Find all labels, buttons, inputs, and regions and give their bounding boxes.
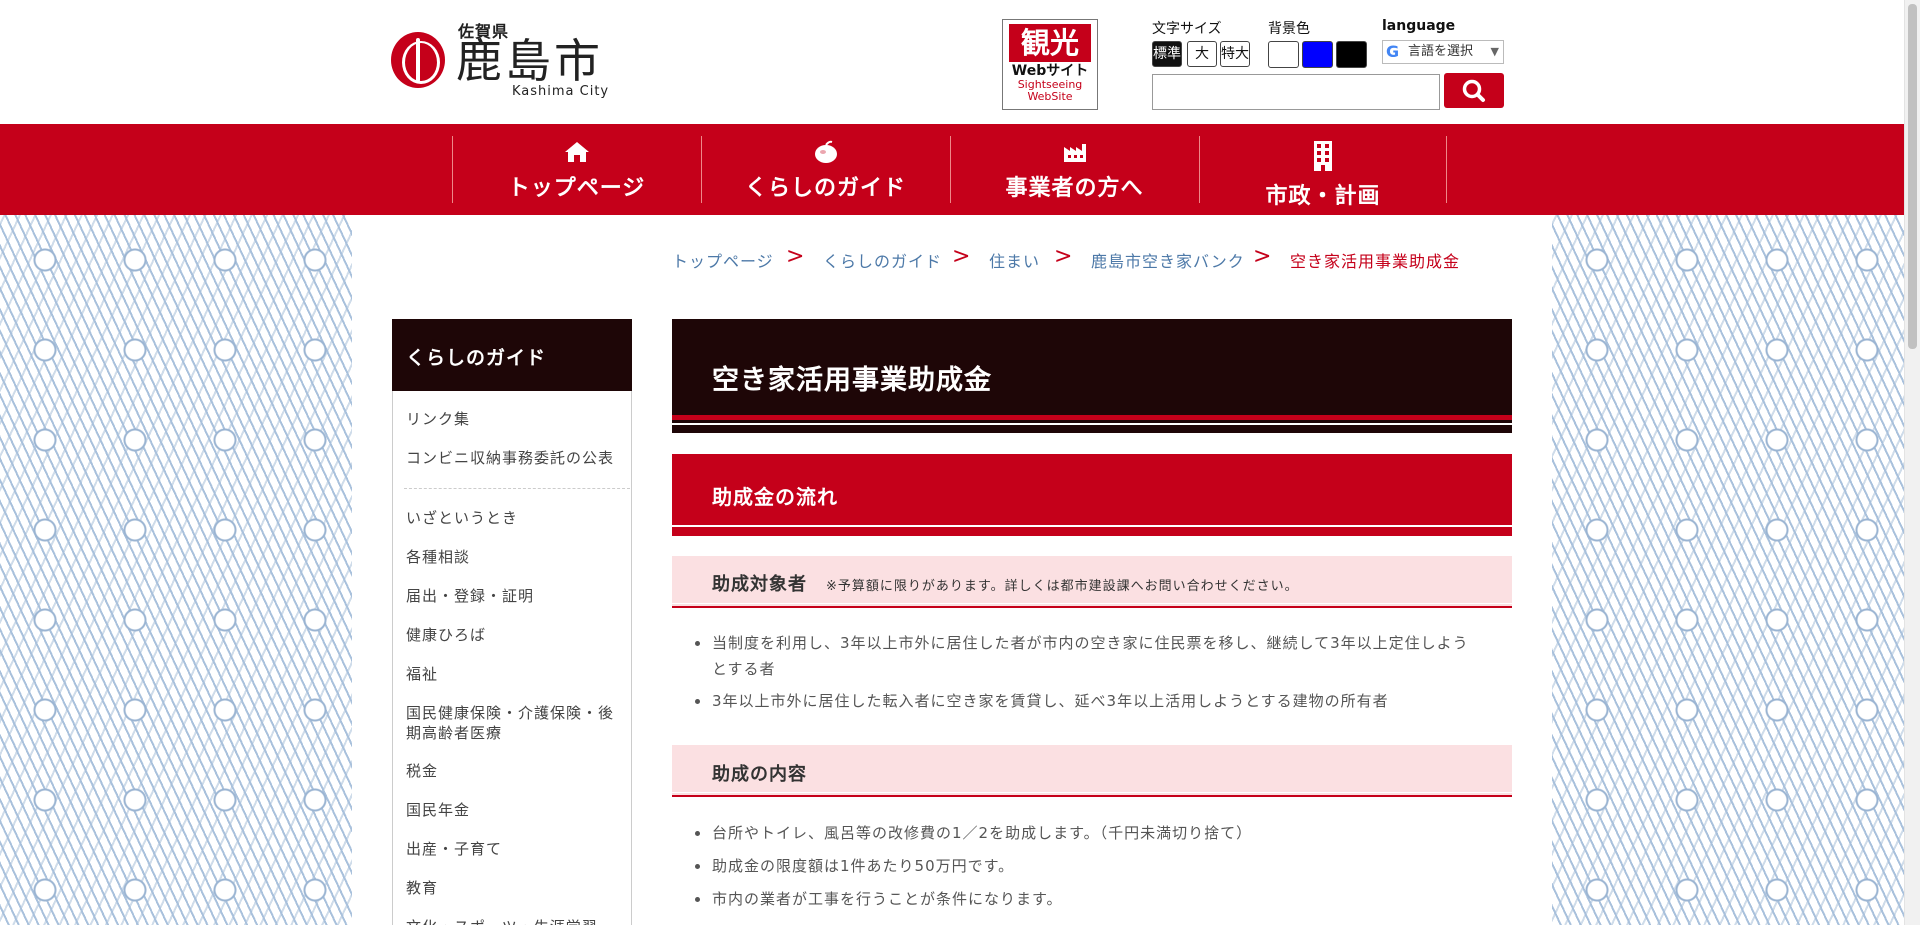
site-header: 佐賀県 鹿島市 Kashima City 観光 Webサイト Sightseei… [0,0,1904,124]
bg-blue-button[interactable] [1302,41,1333,68]
sidebar-item-education[interactable]: 教育 [406,878,624,898]
nav-item-top[interactable]: トップページ [452,136,700,203]
list-item: 台所やトイレ、風呂等の改修費の1／2を助成します。（千円未満切り捨て） [695,820,1472,846]
bg-white-button[interactable] [1268,41,1299,68]
decorative-pattern-right [1552,215,1904,925]
sidebar-title: くらしのガイド [392,319,632,391]
sidebar-item-childcare[interactable]: 出産・子育て [406,839,624,859]
nav-item-life-guide[interactable]: くらしのガイド [701,136,949,203]
factory-icon [1063,144,1086,162]
sidebar-item-pension[interactable]: 国民年金 [406,800,624,820]
logo-city-name: 鹿島市 [456,34,603,88]
bg-color-label: 背景色 [1268,21,1310,37]
sidebar-item-convenience-store[interactable]: コンビニ収納事務委託の公表 [406,448,624,468]
breadcrumb-chevron-icon: > [786,244,805,269]
title-divider [672,423,1512,425]
nav-label: くらしのガイド [744,176,906,201]
search-button[interactable] [1444,73,1504,108]
nav-item-city-policy[interactable]: 市政・計画 [1199,136,1447,209]
search-input[interactable] [1152,74,1440,110]
language-select[interactable]: G 言語を選択 ▼ [1382,40,1504,64]
list-item: 市内の業者が工事を行うことが条件になります。 [695,886,1472,912]
sightseeing-banner[interactable]: 観光 Webサイト Sightseeing WebSite [1002,19,1098,110]
subsection-note: ※予算額に限りがあります。詳しくは都市建設課へお問い合わせください。 [826,579,1299,594]
sidebar-item-consultation[interactable]: 各種相談 [406,547,624,567]
font-size-standard-button[interactable]: 標準 [1152,41,1182,67]
nav-item-business[interactable]: 事業者の方へ [950,136,1198,203]
breadcrumb-chevron-icon: > [1253,244,1272,269]
sidebar-item-culture-sports[interactable]: 文化・スポーツ・生涯学習 [406,917,624,925]
list-item: 当制度を利用し、3年以上市外に居住した者が市内の空き家に住民票を移し、継続して3… [695,630,1472,682]
breadcrumb-current: 空き家活用事業助成金 [1290,252,1461,271]
sidebar-item-welfare[interactable]: 福祉 [406,664,624,684]
breadcrumb-link-housing[interactable]: 住まい [989,248,1040,272]
sidebar-item-emergency[interactable]: いざというとき [406,508,624,528]
sidebar-item-links[interactable]: リンク集 [406,409,624,429]
logo-city-en: Kashima City [512,84,610,99]
bg-black-button[interactable] [1336,41,1367,68]
breadcrumb-chevron-icon: > [952,244,971,269]
breadcrumb-chevron-icon: > [1054,244,1073,269]
nav-label: 市政・計画 [1265,184,1381,209]
section-heading-divider [672,525,1512,527]
list-item: 助成金の限度額は1件あたり50万円です。 [695,853,1472,879]
sidebar-item-tax[interactable]: 税金 [406,761,624,781]
sidebar-item-insurance[interactable]: 国民健康保険・介護保険・後期高齢者医療 [406,703,624,743]
site-logo[interactable]: 佐賀県 鹿島市 Kashima City [391,18,611,104]
search-icon [1462,79,1485,102]
language-select-value: 言語を選択 [1408,44,1474,59]
breadcrumb-link-top[interactable]: トップページ [672,248,774,272]
decorative-pattern-left [0,215,352,925]
page: 佐賀県 鹿島市 Kashima City 観光 Webサイト Sightseei… [0,0,1904,925]
sidebar-divider [404,488,630,489]
kanko-web: Webサイト [1011,63,1089,79]
home-icon [564,142,589,162]
apple-icon [814,140,837,163]
chevron-down-icon: ▼ [1490,45,1499,58]
scrollbar-thumb[interactable] [1908,4,1917,349]
nav-label: トップページ [507,176,646,201]
page-title: 空き家活用事業助成金 [712,365,992,396]
kanko-title: 観光 [1009,24,1091,62]
list-item: 3年以上市外に居住した転入者に空き家を賃貸し、延べ3年以上活用しようとする建物の… [695,688,1472,714]
sidebar-item-registration[interactable]: 届出・登録・証明 [406,586,624,606]
sidebar-item-health[interactable]: 健康ひろば [406,625,624,645]
title-accent-bar [672,415,1512,420]
subsection-heading-eligible: 助成対象者 [712,574,807,595]
font-size-label: 文字サイズ [1152,21,1222,37]
breadcrumb-link-vacant-house-bank[interactable]: 鹿島市空き家バンク [1091,248,1245,272]
font-size-xlarge-button[interactable]: 特大 [1220,41,1250,67]
language-label: language [1382,18,1456,34]
city-emblem-icon [391,32,445,88]
subsection-heading-content: 助成の内容 [712,764,807,785]
global-nav: トップページ くらしのガイド 事業者の方へ 市政・計画 [0,124,1904,215]
kanko-sub2: WebSite [1027,90,1073,103]
google-icon: G [1386,42,1400,61]
vertical-scrollbar[interactable] [1904,0,1920,925]
section-heading: 助成金の流れ [712,485,838,509]
building-icon [1314,141,1332,171]
font-size-large-button[interactable]: 大 [1187,41,1217,67]
breadcrumb-link-life-guide[interactable]: くらしのガイド [823,248,942,272]
nav-label: 事業者の方へ [1005,176,1144,201]
